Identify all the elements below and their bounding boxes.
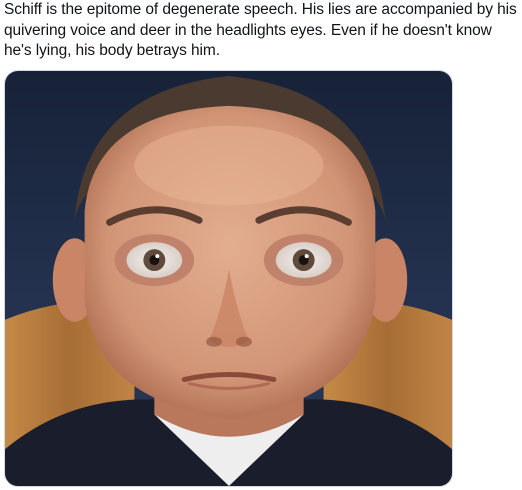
tweet-body: Schiff is the epitome of degenerate spee… — [4, 0, 518, 62]
photo-image — [5, 71, 452, 486]
tweet-text: Schiff is the epitome of degenerate spee… — [4, 1, 517, 59]
tweet-card: Schiff is the epitome of degenerate spee… — [0, 0, 522, 490]
tweet-photo[interactable] — [4, 70, 453, 487]
